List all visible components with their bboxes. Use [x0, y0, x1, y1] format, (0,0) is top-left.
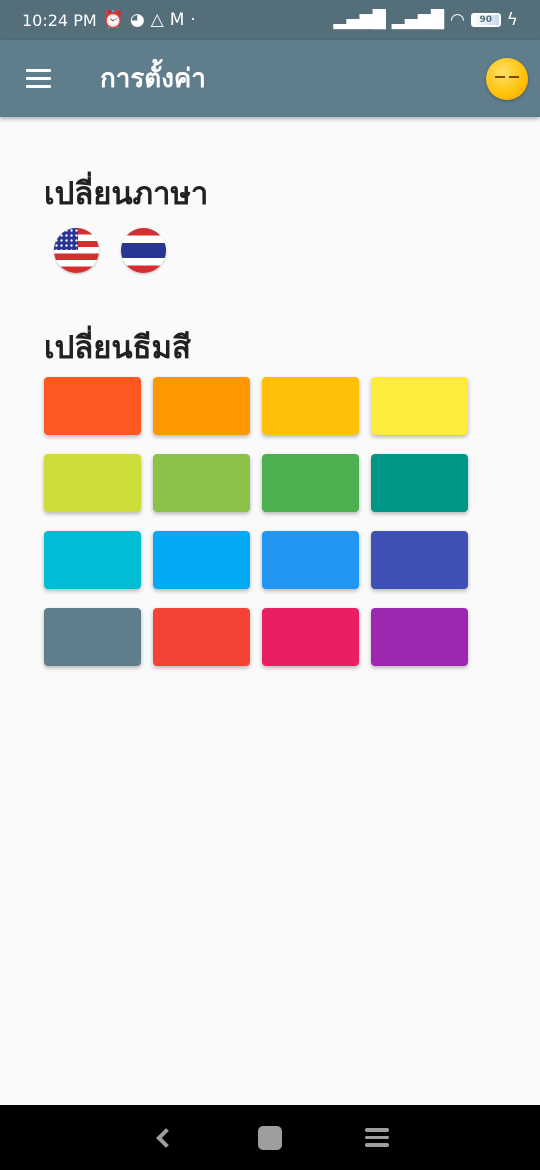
back-icon[interactable] [138, 1113, 188, 1163]
theme-color-swatch[interactable] [371, 531, 468, 589]
theme-color-swatch[interactable] [153, 531, 250, 589]
battery-icon: 90 [470, 13, 501, 27]
theme-color-swatch[interactable] [262, 608, 359, 666]
recents-icon[interactable] [352, 1113, 402, 1163]
system-nav-bar [0, 1105, 540, 1170]
language-section-title: เปลี่ยนภาษา [44, 176, 209, 212]
thai-flag-icon[interactable] [121, 228, 166, 273]
theme-color-swatch[interactable] [153, 454, 250, 512]
alarm-icon: ⏰ [102, 9, 124, 30]
status-time: 10:24 PM [22, 10, 97, 30]
us-flag-icon[interactable] [54, 228, 99, 273]
gmail-icon: M [169, 9, 185, 30]
theme-color-swatch[interactable] [262, 377, 359, 435]
pie-icon: ◕ [129, 9, 145, 30]
emoji-face-icon[interactable] [486, 58, 528, 100]
theme-color-swatch[interactable] [262, 454, 359, 512]
theme-color-swatch[interactable] [262, 531, 359, 589]
theme-color-swatch[interactable] [371, 377, 468, 435]
theme-color-swatch[interactable] [371, 608, 468, 666]
triangle-icon: △ [150, 9, 164, 30]
status-bar: 10:24 PM ⏰ ◕ △ M · ▂▄▆█ ▂▄▆█ ◠ 90 ϟ [0, 0, 540, 40]
signal-icon: ▂▄▆█ [391, 9, 444, 30]
theme-color-grid [44, 377, 468, 666]
page-title: การตั้งค่า [100, 64, 206, 94]
theme-color-swatch[interactable] [44, 608, 141, 666]
theme-color-swatch[interactable] [371, 454, 468, 512]
hamburger-icon[interactable] [0, 40, 72, 117]
theme-color-swatch[interactable] [153, 608, 250, 666]
theme-color-swatch[interactable] [44, 531, 141, 589]
theme-color-swatch[interactable] [44, 377, 141, 435]
signal-icon: ▂▄▆█ [333, 9, 386, 30]
theme-color-swatch[interactable] [153, 377, 250, 435]
charging-icon: ϟ [506, 9, 518, 30]
app-bar: การตั้งค่า [0, 40, 540, 117]
wifi-icon: ◠ [449, 9, 465, 30]
theme-section-title: เปลี่ยนธีมสี [44, 330, 191, 366]
dot-icon: · [190, 9, 196, 30]
language-flags [54, 228, 166, 273]
home-icon[interactable] [245, 1113, 295, 1163]
theme-color-swatch[interactable] [44, 454, 141, 512]
